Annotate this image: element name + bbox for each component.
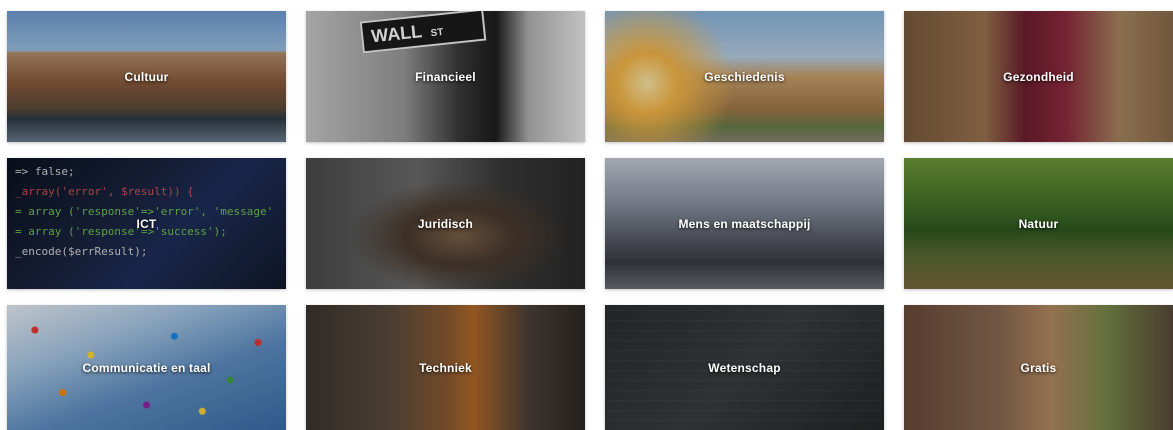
category-tile-gezondheid[interactable]: Gezondheid <box>904 11 1173 142</box>
category-tile-wetenschap[interactable]: Wetenschap <box>605 305 884 430</box>
category-tile-juridisch[interactable]: Juridisch <box>306 158 585 289</box>
category-tile-techniek[interactable]: Techniek <box>306 305 585 430</box>
category-label: Communicatie en taal <box>82 360 211 375</box>
category-tile-ict[interactable]: => false; _array('error', $result)) { = … <box>7 158 286 289</box>
category-tile-gratis[interactable]: Gratis <box>904 305 1173 430</box>
category-label: Mens en maatschappij <box>678 216 811 231</box>
category-tile-natuur[interactable]: Natuur <box>904 158 1173 289</box>
category-tile-financieel[interactable]: WALL ST Financieel <box>306 11 585 142</box>
category-tile-cultuur[interactable]: Cultuur <box>7 11 286 142</box>
category-label: Wetenschap <box>708 360 781 375</box>
category-label: Gratis <box>1020 360 1057 375</box>
category-label: Techniek <box>419 360 472 375</box>
category-label: Geschiedenis <box>704 69 785 84</box>
category-label: Cultuur <box>124 69 169 84</box>
category-tile-geschiedenis[interactable]: Geschiedenis <box>605 11 884 142</box>
category-grid: Cultuur WALL ST Financieel Geschiedenis … <box>0 0 1173 430</box>
category-tile-communicatie-en-taal[interactable]: Communicatie en taal <box>7 305 286 430</box>
category-label: Financieel <box>415 69 476 84</box>
category-label: Natuur <box>1018 216 1059 231</box>
category-tile-mens-en-maatschappij[interactable]: Mens en maatschappij <box>605 158 884 289</box>
category-label: Juridisch <box>417 216 474 231</box>
category-label: Gezondheid <box>1003 69 1074 84</box>
category-label: ICT <box>136 216 157 231</box>
